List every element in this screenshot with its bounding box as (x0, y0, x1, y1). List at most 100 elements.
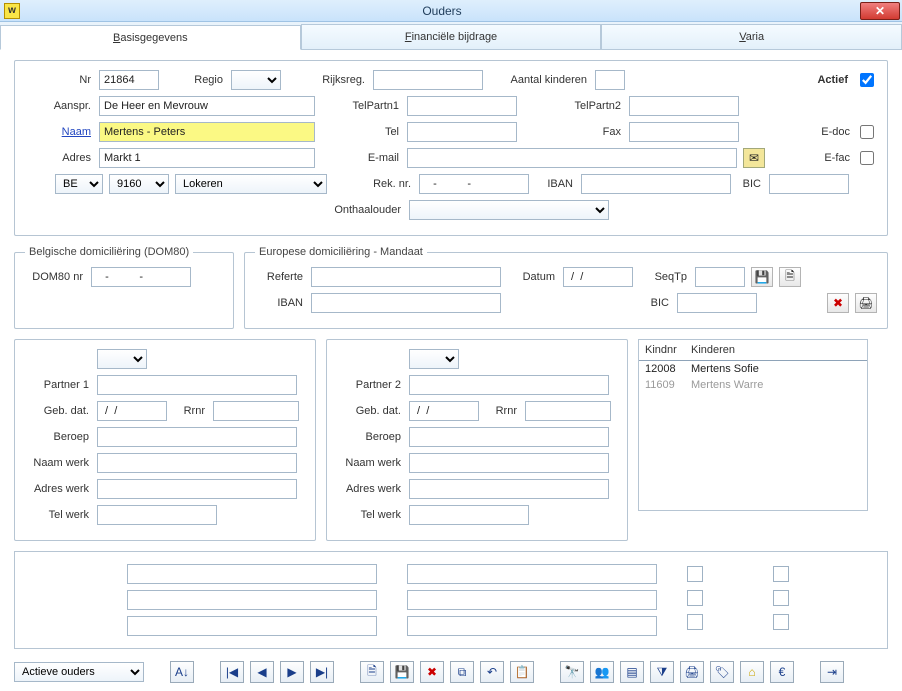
email-button[interactable]: ✉ (743, 148, 765, 168)
copy-record-button[interactable]: ⧉ (450, 661, 474, 683)
input-dom80nr[interactable] (91, 267, 191, 287)
euro-button[interactable]: € (770, 661, 794, 683)
input-adres[interactable] (99, 148, 315, 168)
label-button[interactable]: 🏷 (710, 661, 734, 683)
tab-basisgegevens[interactable]: Basisgegevens (0, 25, 301, 50)
extra-check-b1[interactable] (773, 566, 789, 582)
nav-prev-button[interactable]: ◀ (250, 661, 274, 683)
input-p2-gebdat[interactable] (409, 401, 479, 421)
paste-button[interactable]: 📋 (510, 661, 534, 683)
col-kindnr: Kindnr (645, 344, 691, 356)
input-p2-adreswerk[interactable] (409, 479, 609, 499)
list-button[interactable]: ▤ (620, 661, 644, 683)
label-p2-adreswerk: Adres werk (337, 483, 403, 495)
input-p1-rrnr[interactable] (213, 401, 299, 421)
save-record-button[interactable]: 💾 (390, 661, 414, 683)
link-naam[interactable]: Naam (25, 126, 93, 138)
extra-check-a2[interactable] (687, 590, 703, 606)
checkbox-edoc[interactable] (860, 125, 874, 139)
extra-col1-row3[interactable] (127, 616, 377, 636)
input-aanspr[interactable] (99, 96, 315, 116)
input-naam[interactable] (99, 122, 315, 142)
table-row[interactable]: 11609 Mertens Warre (639, 377, 867, 393)
input-p1-adreswerk[interactable] (97, 479, 297, 499)
mandaat-new-button[interactable]: 🗎 (779, 267, 801, 287)
extra-check-a3[interactable] (687, 614, 703, 630)
tag-icon: 🏷 (714, 665, 729, 679)
undo-button[interactable]: ↶ (480, 661, 504, 683)
close-button[interactable]: ✕ (860, 2, 900, 20)
nav-last-button[interactable]: ▶| (310, 661, 334, 683)
extra-col2-row1[interactable] (407, 564, 657, 584)
select-regio[interactable] (231, 70, 281, 90)
select-partner2-type[interactable] (409, 349, 459, 369)
search-button[interactable]: 🔭 (560, 661, 584, 683)
input-partner1-naam[interactable] (97, 375, 297, 395)
select-postcode[interactable]: 9160 (109, 174, 169, 194)
input-p2-telwerk[interactable] (409, 505, 529, 525)
input-iban[interactable] (581, 174, 731, 194)
extra-check-b3[interactable] (773, 614, 789, 630)
label-referte: Referte (255, 271, 305, 283)
input-p1-naamwerk[interactable] (97, 453, 297, 473)
print-button[interactable]: 🖨 (680, 661, 704, 683)
select-gemeente[interactable]: Lokeren (175, 174, 327, 194)
extra-col2-row2[interactable] (407, 590, 657, 610)
input-aantal-kinderen[interactable] (595, 70, 625, 90)
input-eu-iban[interactable] (311, 293, 501, 313)
mandaat-save-button[interactable]: 💾 (751, 267, 773, 287)
tab-varia[interactable]: Varia (601, 24, 902, 49)
nav-next-button[interactable]: ▶ (280, 661, 304, 683)
delete-record-button[interactable]: ✖ (420, 661, 444, 683)
input-eu-bic[interactable] (677, 293, 757, 313)
checkbox-actief[interactable] (860, 73, 874, 87)
nav-first-button[interactable]: |◀ (220, 661, 244, 683)
input-datum[interactable] (563, 267, 633, 287)
bottom-toolbar: Actieve ouders A↓ |◀ ◀ ▶ ▶| 🗎 💾 ✖ ⧉ ↶ 📋 … (0, 655, 902, 691)
input-p1-gebdat[interactable] (97, 401, 167, 421)
home-button[interactable]: ⌂ (740, 661, 764, 683)
new-record-button[interactable]: 🗎 (360, 661, 384, 683)
input-fax[interactable] (629, 122, 739, 142)
input-p1-telwerk[interactable] (97, 505, 217, 525)
tab-financiele-bijdrage[interactable]: Financiële bijdrage (301, 24, 602, 49)
mandaat-print-button[interactable]: 🖨 (855, 293, 877, 313)
label-aanspr: Aanspr. (25, 100, 93, 112)
input-referte[interactable] (311, 267, 501, 287)
input-nr[interactable] (99, 70, 159, 90)
select-partner1-type[interactable] (97, 349, 147, 369)
extra-col1-row2[interactable] (127, 590, 377, 610)
group-button[interactable]: 👥 (590, 661, 614, 683)
extra-check-b2[interactable] (773, 590, 789, 606)
mandaat-delete-button[interactable]: ✖ (827, 293, 849, 313)
table-row[interactable]: 12008 Mertens Sofie (639, 361, 867, 377)
input-partner2-naam[interactable] (409, 375, 609, 395)
input-seqtp[interactable] (695, 267, 745, 287)
select-land[interactable]: BE (55, 174, 103, 194)
input-bic[interactable] (769, 174, 849, 194)
input-telpartn1[interactable] (407, 96, 517, 116)
exit-button[interactable]: ⇥ (820, 661, 844, 683)
tabs: Basisgegevens Financiële bijdrage Varia (0, 22, 902, 50)
sort-button[interactable]: A↓ (170, 661, 194, 683)
input-p2-naamwerk[interactable] (409, 453, 609, 473)
printer-icon: 🖨 (858, 296, 873, 310)
label-regio: Regio (165, 74, 225, 86)
input-rijksreg[interactable] (373, 70, 483, 90)
select-onthaalouder[interactable] (409, 200, 609, 220)
input-tel[interactable] (407, 122, 517, 142)
input-p1-beroep[interactable] (97, 427, 297, 447)
extra-check-a1[interactable] (687, 566, 703, 582)
checkbox-efac[interactable] (860, 151, 874, 165)
extra-col1-row1[interactable] (127, 564, 377, 584)
extra-col2-row3[interactable] (407, 616, 657, 636)
input-telpartn2[interactable] (629, 96, 739, 116)
input-reknr[interactable] (419, 174, 529, 194)
label-telpartn1: TelPartn1 (321, 100, 401, 112)
input-p2-rrnr[interactable] (525, 401, 611, 421)
input-p2-beroep[interactable] (409, 427, 609, 447)
filter-combo[interactable]: Actieve ouders (14, 662, 144, 682)
kinderen-table[interactable]: Kindnr Kinderen 12008 Mertens Sofie 1160… (638, 339, 868, 511)
input-email[interactable] (407, 148, 737, 168)
filter-button[interactable]: ⧩ (650, 661, 674, 683)
